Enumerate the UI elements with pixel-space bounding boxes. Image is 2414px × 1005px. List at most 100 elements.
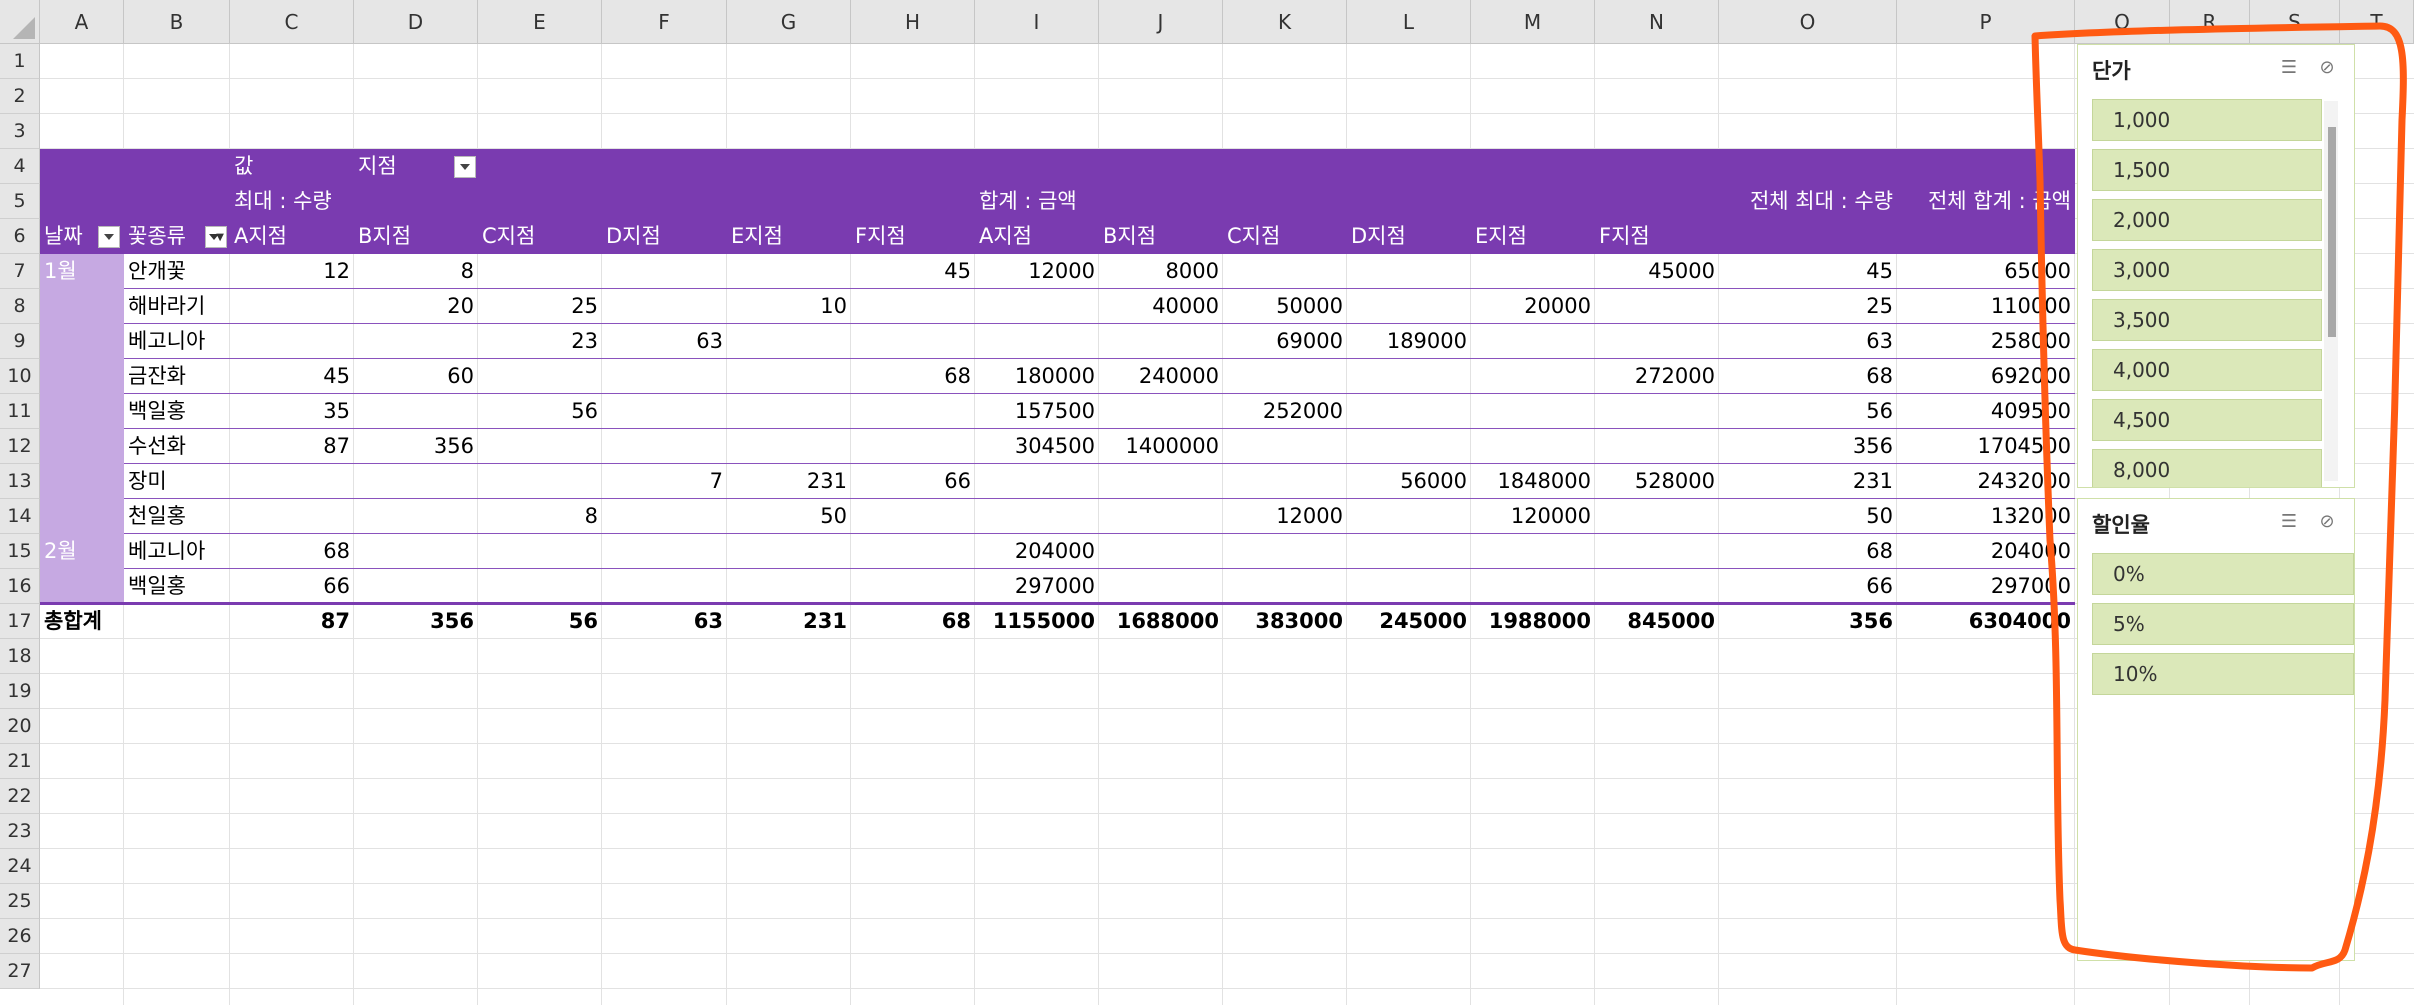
pivot-amt-cell[interactable]: 56000 (1347, 464, 1471, 498)
row-header-3[interactable]: 3 (0, 114, 40, 149)
pivot-row-max-cell[interactable]: 50 (1719, 499, 1897, 533)
row-header-27[interactable]: 27 (0, 954, 40, 989)
branch-filter-dropdown[interactable] (454, 156, 476, 178)
pivot-row-max-cell[interactable]: 66 (1719, 569, 1897, 603)
pivot-grand-total-label[interactable]: 총합계 (40, 604, 124, 638)
row-header-14[interactable]: 14 (0, 499, 40, 534)
pivot-qty-cell[interactable]: 12 (230, 254, 354, 288)
pivot-amt-cell[interactable]: 12000 (1223, 499, 1347, 533)
pivot-row-sum-cell[interactable]: 132000 (1897, 499, 2075, 533)
pivot-amt-cell[interactable]: 189000 (1347, 324, 1471, 358)
pivot-row-sum-cell[interactable]: 297000 (1897, 569, 2075, 603)
row-header-23[interactable]: 23 (0, 814, 40, 849)
pivot-row-sum-cell[interactable]: 65000 (1897, 254, 2075, 288)
row-header-9[interactable]: 9 (0, 324, 40, 359)
pivot-amt-cell[interactable]: 8000 (1099, 254, 1223, 288)
pivot-branch-amt-header[interactable]: A지점 (975, 219, 1099, 253)
pivot-qty-cell[interactable]: 231 (727, 464, 851, 498)
pivot-total-qty-cell[interactable]: 87 (230, 604, 354, 638)
pivot-grand-max-label[interactable]: 전체 최대 : 수량 (1719, 184, 1897, 218)
pivot-qty-cell[interactable]: 66 (851, 464, 975, 498)
pivot-flower-label[interactable]: 수선화 (124, 429, 230, 463)
row-header-5[interactable]: 5 (0, 184, 40, 219)
row-header-21[interactable]: 21 (0, 744, 40, 779)
row-header-16[interactable]: 16 (0, 569, 40, 604)
pivot-row-sum-cell[interactable]: 110000 (1897, 289, 2075, 323)
pivot-flower-label[interactable]: 베고니아 (124, 534, 230, 568)
pivot-branch-qty-header[interactable]: C지점 (478, 219, 602, 253)
row-header-11[interactable]: 11 (0, 394, 40, 429)
pivot-amt-cell[interactable]: 240000 (1099, 359, 1223, 393)
row-header-7[interactable]: 7 (0, 254, 40, 289)
pivot-row-sum-cell[interactable]: 204000 (1897, 534, 2075, 568)
pivot-total-qty-cell[interactable]: 68 (851, 604, 975, 638)
price-slicer-scroll-thumb[interactable] (2328, 127, 2336, 337)
pivot-row-max-cell[interactable]: 25 (1719, 289, 1897, 323)
price-slicer-item[interactable]: 1,000 (2092, 99, 2322, 141)
row-header-24[interactable]: 24 (0, 849, 40, 884)
pivot-amt-cell[interactable]: 120000 (1471, 499, 1595, 533)
pivot-sum-amt-label[interactable]: 합계 : 금액 (975, 184, 1223, 218)
pivot-branch-qty-header[interactable]: F지점 (851, 219, 975, 253)
pivot-branch-qty-header[interactable]: D지점 (602, 219, 727, 253)
row-header-8[interactable]: 8 (0, 289, 40, 324)
pivot-row-sum-cell[interactable]: 409500 (1897, 394, 2075, 428)
multi-select-icon[interactable]: ☰ (2276, 509, 2302, 535)
pivot-amt-cell[interactable]: 69000 (1223, 324, 1347, 358)
pivot-max-qty-label[interactable]: 최대 : 수량 (230, 184, 478, 218)
discount-slicer-item[interactable]: 0% (2092, 553, 2354, 595)
pivot-qty-cell[interactable]: 68 (230, 534, 354, 568)
column-header-F[interactable]: F (602, 0, 727, 44)
pivot-amt-cell[interactable]: 157500 (975, 394, 1099, 428)
pivot-total-amt-cell[interactable]: 1988000 (1471, 604, 1595, 638)
pivot-total-qty-cell[interactable]: 56 (478, 604, 602, 638)
pivot-flower-label[interactable]: 백일홍 (124, 394, 230, 428)
row-header-26[interactable]: 26 (0, 919, 40, 954)
column-header-O[interactable]: O (1719, 0, 1897, 44)
column-header-H[interactable]: H (851, 0, 975, 44)
pivot-branch-qty-header[interactable]: E지점 (727, 219, 851, 253)
pivot-row-max-cell[interactable]: 68 (1719, 534, 1897, 568)
pivot-amt-cell[interactable]: 20000 (1471, 289, 1595, 323)
discount-slicer-item[interactable]: 5% (2092, 603, 2354, 645)
pivot-flower-label[interactable]: 베고니아 (124, 324, 230, 358)
column-header-N[interactable]: N (1595, 0, 1719, 44)
column-header-D[interactable]: D (354, 0, 478, 44)
pivot-amt-cell[interactable]: 45000 (1595, 254, 1719, 288)
pivot-amt-cell[interactable]: 297000 (975, 569, 1099, 603)
column-header-L[interactable]: L (1347, 0, 1471, 44)
pivot-branch-amt-header[interactable]: D지점 (1347, 219, 1471, 253)
pivot-flower-label[interactable]: 안개꽃 (124, 254, 230, 288)
row-header-17[interactable]: 17 (0, 604, 40, 639)
pivot-total-sum-cell[interactable]: 6304000 (1897, 604, 2075, 638)
pivot-row-max-cell[interactable]: 356 (1719, 429, 1897, 463)
pivot-qty-cell[interactable]: 356 (354, 429, 478, 463)
row-header-1[interactable]: 1 (0, 44, 40, 79)
pivot-amt-cell[interactable]: 12000 (975, 254, 1099, 288)
column-header-T[interactable]: T (2340, 0, 2414, 44)
pivot-qty-cell[interactable]: 25 (478, 289, 602, 323)
pivot-month-label[interactable]: 2월 (40, 534, 124, 568)
pivot-qty-cell[interactable]: 35 (230, 394, 354, 428)
column-header-E[interactable]: E (478, 0, 602, 44)
column-header-K[interactable]: K (1223, 0, 1347, 44)
column-header-R[interactable]: R (2170, 0, 2250, 44)
pivot-total-amt-cell[interactable]: 245000 (1347, 604, 1471, 638)
pivot-qty-cell[interactable]: 8 (354, 254, 478, 288)
clear-filter-icon[interactable]: ⊘ (2314, 55, 2340, 81)
select-all-corner[interactable] (0, 0, 40, 44)
pivot-total-amt-cell[interactable]: 1155000 (975, 604, 1099, 638)
pivot-row-sum-cell[interactable]: 692000 (1897, 359, 2075, 393)
row-header-6[interactable]: 6 (0, 219, 40, 254)
row-header-13[interactable]: 13 (0, 464, 40, 499)
pivot-branch-qty-header[interactable]: B지점 (354, 219, 478, 253)
price-slicer-item[interactable]: 1,500 (2092, 149, 2322, 191)
row-header-4[interactable]: 4 (0, 149, 40, 184)
discount-slicer-item[interactable]: 10% (2092, 653, 2354, 695)
pivot-qty-cell[interactable]: 87 (230, 429, 354, 463)
pivot-total-max-cell[interactable]: 356 (1719, 604, 1897, 638)
pivot-qty-cell[interactable]: 10 (727, 289, 851, 323)
pivot-branch-amt-header[interactable]: F지점 (1595, 219, 1719, 253)
pivot-row-sum-cell[interactable]: 258000 (1897, 324, 2075, 358)
column-header-B[interactable]: B (124, 0, 230, 44)
